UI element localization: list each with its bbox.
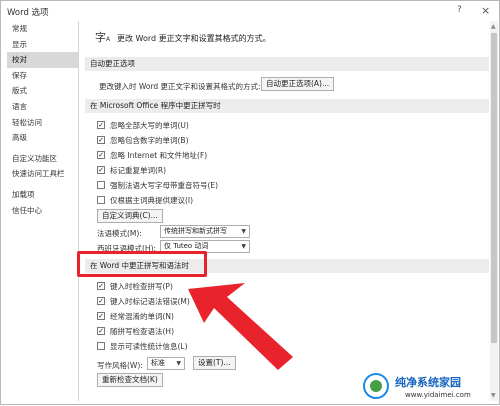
site-watermark: 纯净系统家园 www.yidaimei.com [363, 371, 500, 406]
watermark-logo-icon [363, 373, 389, 399]
watermark-url: www.yidaimei.com [405, 391, 471, 399]
annotation-arrow-icon [188, 283, 293, 370]
watermark-title: 纯净系统家园 [395, 376, 461, 389]
word-options-dialog: Word 选项 ? × 常规 显示 校对 保存 版式 语言 轻松访问 高级 自定… [0, 0, 500, 405]
